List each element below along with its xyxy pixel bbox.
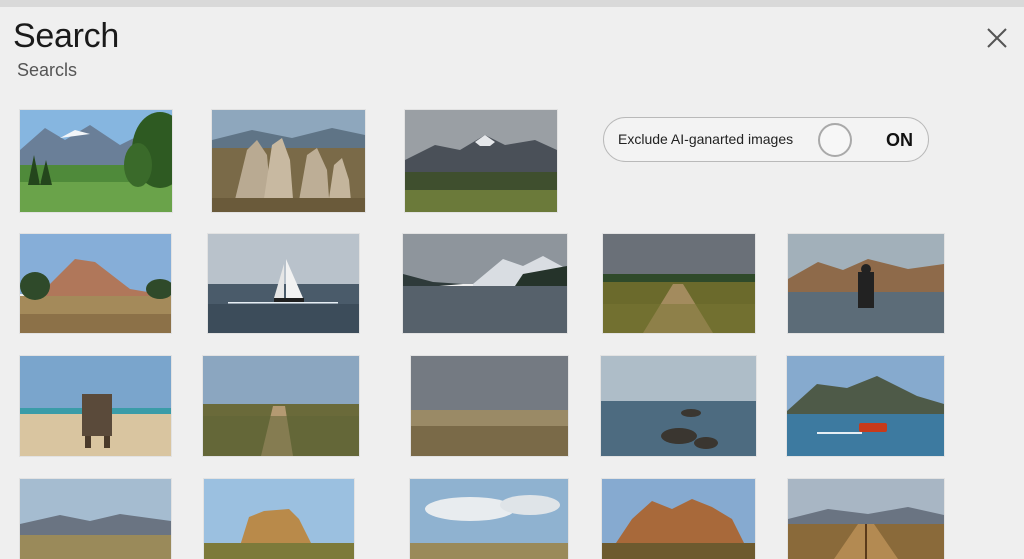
image-thumbnail[interactable]: [788, 479, 944, 559]
image-thumbnail[interactable]: [601, 356, 756, 456]
top-strip: [0, 0, 1024, 7]
image-thumbnail[interactable]: [212, 110, 365, 212]
image-thumbnail[interactable]: [208, 234, 359, 333]
close-icon[interactable]: [984, 25, 1010, 51]
toggle-state-label: ON: [886, 130, 913, 150]
exclude-ai-label: Exclude AI-ganarted images: [618, 131, 794, 147]
image-thumbnail[interactable]: [20, 479, 171, 559]
image-thumbnail[interactable]: [20, 110, 172, 212]
image-thumbnail[interactable]: [410, 479, 568, 559]
page-title: Search: [13, 17, 119, 55]
image-thumbnail[interactable]: [403, 234, 567, 333]
image-thumbnail[interactable]: [602, 479, 755, 559]
image-thumbnail[interactable]: [204, 479, 354, 559]
image-thumbnail[interactable]: [20, 234, 171, 333]
exclude-ai-toggle[interactable]: Exclude AI-ganarted images ON: [603, 117, 929, 162]
toggle-knob[interactable]: [818, 123, 852, 157]
image-thumbnail[interactable]: [203, 356, 359, 456]
search-query-text[interactable]: Searcls: [17, 60, 77, 80]
image-thumbnail[interactable]: [20, 356, 171, 456]
image-thumbnail[interactable]: [788, 234, 944, 333]
image-thumbnail[interactable]: [405, 110, 557, 212]
image-thumbnail[interactable]: [603, 234, 755, 333]
image-thumbnail[interactable]: [787, 356, 944, 456]
image-thumbnail[interactable]: [411, 356, 568, 456]
